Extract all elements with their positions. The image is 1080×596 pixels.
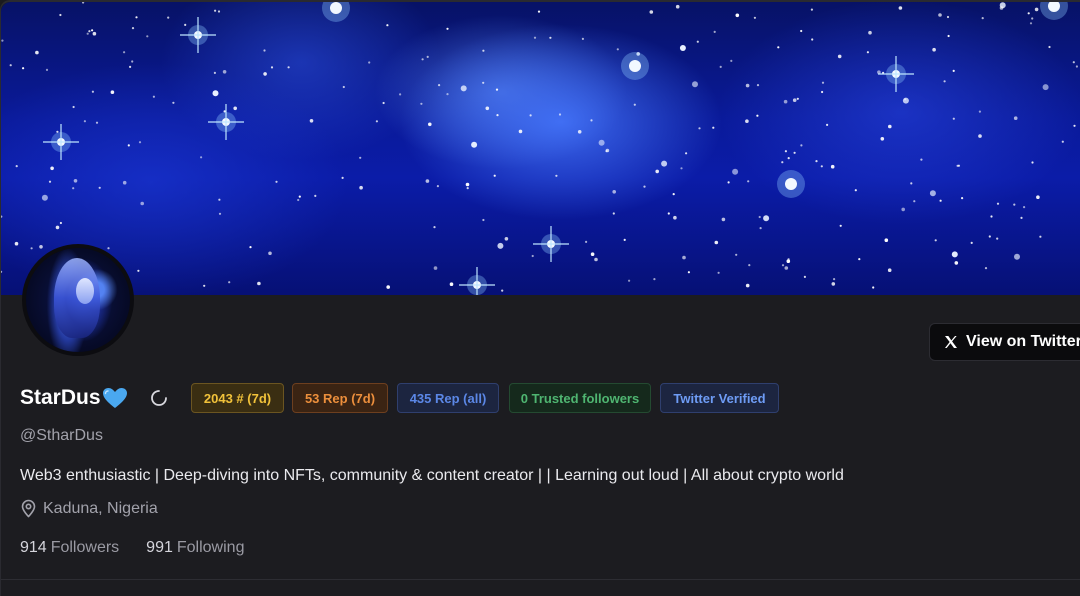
- name-row: StarDus: [20, 383, 128, 413]
- bio-text: Web3 enthusiastic | Deep-diving into NFT…: [20, 467, 844, 484]
- following-count: 991: [146, 539, 173, 556]
- twitter-verified-badge: Twitter Verified: [660, 383, 779, 413]
- rank-badge: 2043 # (7d): [191, 383, 284, 413]
- x-logo-icon: [945, 336, 957, 348]
- star-field: [1, 2, 1078, 295]
- view-on-twitter-label: View on Twitter: [966, 333, 1080, 350]
- following-stat[interactable]: 991 Following: [146, 539, 244, 557]
- location-pin-icon: [21, 499, 36, 518]
- followers-label: Followers: [50, 539, 120, 556]
- view-on-twitter-button[interactable]: View on Twitter: [929, 323, 1080, 361]
- trusted-followers-badge: 0 Trusted followers: [509, 383, 651, 413]
- location-row: Kaduna, Nigeria: [20, 499, 158, 518]
- avatar[interactable]: [22, 244, 134, 356]
- following-label: Following: [176, 539, 245, 556]
- follow-stats: 914 Followers 991 Following: [20, 539, 271, 557]
- section-divider: [1, 579, 1080, 580]
- rep-7d-badge: 53 Rep (7d): [292, 383, 388, 413]
- user-handle: @StharDus: [20, 427, 103, 444]
- display-name: StarDus: [20, 386, 101, 409]
- followers-stat[interactable]: 914 Followers: [20, 539, 119, 557]
- profile-banner: [1, 2, 1080, 295]
- blue-heart-icon: [102, 388, 127, 408]
- location-text: Kaduna, Nigeria: [43, 499, 158, 517]
- profile-card: View on Twitter StarDus 2043 # (7d) 53 R…: [0, 0, 1080, 596]
- followers-count: 914: [20, 539, 47, 556]
- rep-all-badge: 435 Rep (all): [397, 383, 499, 413]
- loading-spinner-icon: [151, 390, 167, 406]
